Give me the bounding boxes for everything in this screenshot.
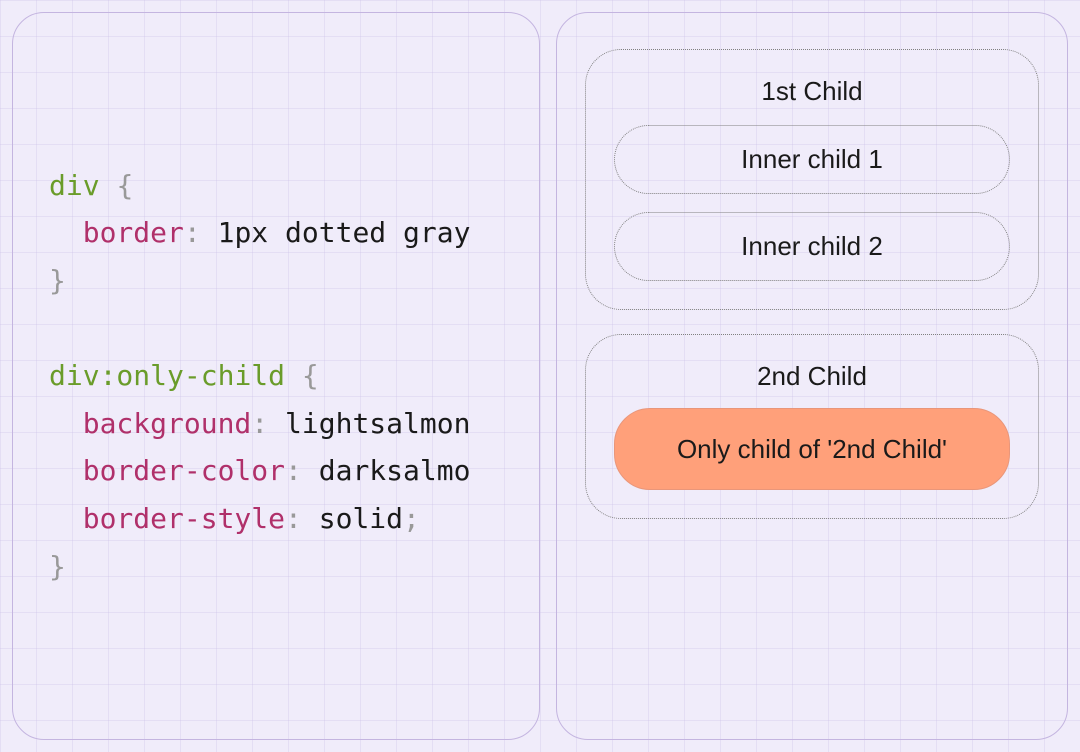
code-panel: div { border: 1px dotted gray } div:only… [12, 12, 540, 740]
selector-div: div [49, 169, 100, 202]
first-child-box: 1st Child Inner child 1 Inner child 2 [585, 49, 1039, 310]
second-child-box: 2nd Child Only child of '2nd Child' [585, 334, 1039, 519]
val-border-style: solid [319, 502, 403, 535]
inner-children-container: Inner child 1 Inner child 2 [614, 125, 1010, 281]
preview-panel: 1st Child Inner child 1 Inner child 2 2n… [556, 12, 1068, 740]
second-child-title: 2nd Child [614, 355, 1010, 392]
inner-child-1: Inner child 1 [614, 125, 1010, 194]
colon: : [184, 216, 201, 249]
colon-3: : [285, 454, 302, 487]
brace-close: } [49, 264, 66, 297]
colon-4: : [285, 502, 302, 535]
brace-open: { [116, 169, 133, 202]
selector-div-2: div [49, 359, 100, 392]
only-child-box: Only child of '2nd Child' [614, 408, 1010, 490]
prop-border-color: border-color [83, 454, 285, 487]
val-border-color: darksalmo [319, 454, 471, 487]
prop-background: background [83, 407, 252, 440]
prop-border-style: border-style [83, 502, 285, 535]
css-code-block: div { border: 1px dotted gray } div:only… [49, 162, 503, 590]
pseudo-only-child: :only-child [100, 359, 285, 392]
inner-child-2: Inner child 2 [614, 212, 1010, 281]
brace-close-2: } [49, 550, 66, 583]
semicolon: ; [403, 502, 420, 535]
colon-2: : [251, 407, 268, 440]
prop-border: border [83, 216, 184, 249]
first-child-title: 1st Child [614, 70, 1010, 107]
brace-open-2: { [302, 359, 319, 392]
val-border: 1px dotted gray [218, 216, 471, 249]
val-background: lightsalmon [285, 407, 470, 440]
